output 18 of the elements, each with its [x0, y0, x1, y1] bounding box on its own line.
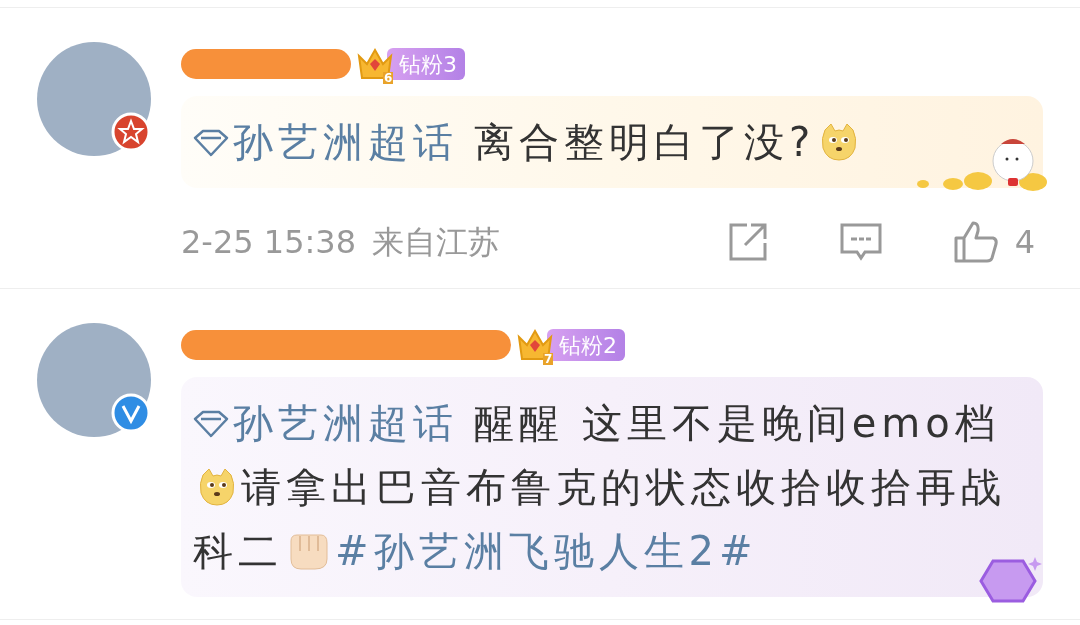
comment-text: 科二	[193, 528, 283, 574]
comment-time: 2-25 15:38	[181, 222, 356, 263]
hashtag-link[interactable]: #孙艺洲飞驰人生2#	[335, 528, 758, 574]
comment-text: 请拿出巴音布鲁克的状态收拾收拾再战	[241, 464, 1006, 510]
super-topic-link[interactable]: 孙艺洲超话	[193, 119, 458, 165]
thumbs-up-icon[interactable]	[952, 220, 999, 264]
star-badge-icon	[111, 112, 151, 152]
super-topic-link[interactable]: 孙艺洲超话	[193, 400, 458, 446]
comment-location: 来自江苏	[372, 222, 500, 263]
like-count: 4	[1014, 222, 1035, 263]
comment-text: 离合整明白了没?	[474, 119, 816, 165]
dog-face-emoji-icon	[197, 467, 237, 507]
diamond-icon	[193, 128, 229, 158]
comment-text: 醒醒 这里不是晚间emo档	[474, 400, 1000, 446]
comment-icon[interactable]	[838, 222, 883, 262]
fist-emoji-icon	[287, 531, 331, 571]
diamond-icon	[193, 409, 229, 439]
verified-badge-icon	[111, 393, 151, 433]
